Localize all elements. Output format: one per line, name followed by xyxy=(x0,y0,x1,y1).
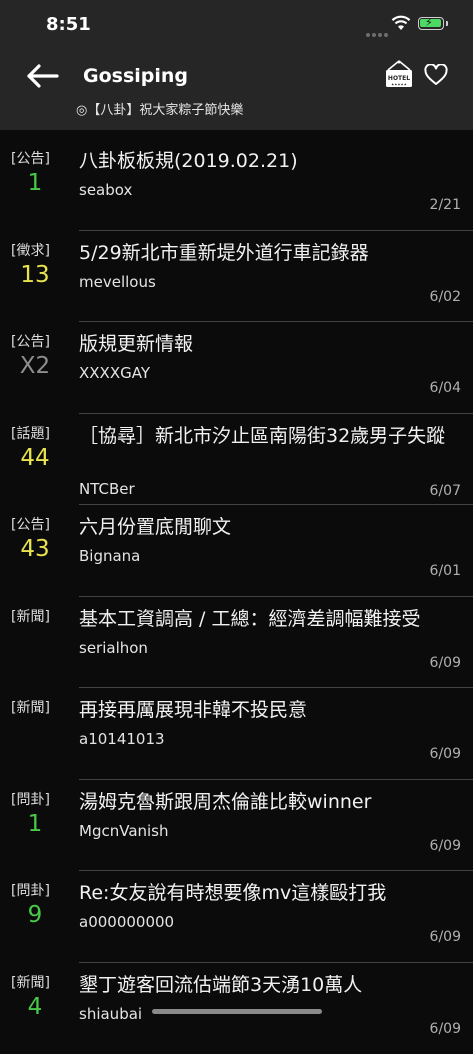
status-bar: 8:51 ⚡ xyxy=(0,0,473,52)
post-title: 版規更新情報 xyxy=(79,332,461,357)
post-category: [問卦] xyxy=(11,880,57,900)
post-date: 6/07 xyxy=(430,483,461,499)
signal-icon xyxy=(366,22,390,41)
nav-bar: Gossiping ◎【八卦】祝大家粽子節快樂 HOTEL ★★★★★ xyxy=(0,52,473,130)
post-title: Re:女友說有時想要像mv這樣毆打我 xyxy=(79,881,461,906)
push-count: X2 xyxy=(0,353,70,379)
post-category: [公告] xyxy=(11,514,57,534)
post-title: 基本工資調高 / 工總：經濟差調幅難接受 xyxy=(79,607,461,632)
push-count: 9 xyxy=(0,902,70,928)
post-date: 6/01 xyxy=(430,563,461,579)
push-count: 1 xyxy=(0,170,70,196)
post-row[interactable]: [公告] X2 版規更新情報 XXXXGAY 6/04 xyxy=(0,322,473,414)
home-indicator[interactable] xyxy=(152,1009,322,1014)
back-arrow-icon[interactable] xyxy=(26,64,60,88)
post-row[interactable]: [徵求] 13 5/29新北市重新堤外道行車記錄器 mevellous 6/02 xyxy=(0,231,473,323)
post-category: [新聞] xyxy=(11,606,57,626)
svg-text:★★★★★: ★★★★★ xyxy=(391,83,407,87)
post-title: ［協尋］新北市汐止區南陽街32歲男子失蹤 xyxy=(79,424,461,449)
post-title: 5/29新北市重新堤外道行車記錄器 xyxy=(79,241,461,266)
post-category: [新聞] xyxy=(11,697,57,717)
push-count: 44 xyxy=(0,445,70,471)
push-count: 43 xyxy=(0,536,70,562)
post-category: [話題] xyxy=(11,423,57,443)
post-title: 墾丁遊客回流估端節3天湧10萬人 xyxy=(79,973,461,998)
post-title: 再接再厲展現非韓不投民意 xyxy=(79,698,461,723)
post-date: 6/09 xyxy=(430,929,461,945)
post-date: 6/04 xyxy=(430,380,461,396)
post-category: [新聞] xyxy=(11,972,57,992)
post-author: a10141013 xyxy=(79,730,165,748)
push-count: 1 xyxy=(0,811,70,837)
post-row[interactable]: [公告] 43 六月份置底閒聊文 Bignana 6/01 xyxy=(0,505,473,597)
post-category: [公告] xyxy=(11,148,57,168)
post-author: a000000000 xyxy=(79,913,174,931)
svg-text:HOTEL: HOTEL xyxy=(388,75,410,82)
post-row[interactable]: [話題] 44 ［協尋］新北市汐止區南陽街32歲男子失蹤 NTCBer 6/07 xyxy=(0,414,473,506)
post-title: 八卦板板規(2019.02.21) xyxy=(79,149,461,174)
post-author: MgcnVanish xyxy=(79,822,169,840)
post-category: [公告] xyxy=(11,331,57,351)
post-author: NTCBer xyxy=(79,480,135,498)
post-date: 2/21 xyxy=(430,197,461,213)
post-row[interactable]: [新聞] 基本工資調高 / 工總：經濟差調幅難接受 serialhon 6/09 xyxy=(0,597,473,689)
post-date: 6/09 xyxy=(430,655,461,671)
post-list: [公告] 1 八卦板板規(2019.02.21) seabox 2/21 [徵求… xyxy=(0,139,473,1054)
post-author: serialhon xyxy=(79,639,148,657)
battery-icon: ⚡ xyxy=(418,17,444,30)
battery-cap xyxy=(446,21,448,26)
post-row[interactable]: [問卦] 9 Re:女友說有時想要像mv這樣毆打我 a000000000 6/0… xyxy=(0,871,473,963)
post-author: Bignana xyxy=(79,547,140,565)
post-row[interactable]: [問卦] 1 湯姆克魯斯跟周杰倫誰比較winner MgcnVanish 6/0… xyxy=(0,780,473,872)
post-date: 6/09 xyxy=(430,746,461,762)
board-title: Gossiping xyxy=(83,65,188,87)
hotel-icon[interactable]: HOTEL ★★★★★ xyxy=(384,60,414,90)
post-date: 6/09 xyxy=(430,1021,461,1037)
post-author: XXXXGAY xyxy=(79,364,150,382)
post-row[interactable]: [公告] 1 八卦板板規(2019.02.21) seabox 2/21 xyxy=(0,139,473,231)
post-row[interactable]: [新聞] 再接再厲展現非韓不投民意 a10141013 6/09 xyxy=(0,688,473,780)
post-author: mevellous xyxy=(79,273,156,291)
post-date: 6/02 xyxy=(430,289,461,305)
push-count: 13 xyxy=(0,262,70,288)
status-time: 8:51 xyxy=(46,14,91,35)
post-title: 湯姆克魯斯跟周杰倫誰比較winner xyxy=(79,790,461,815)
board-subtitle: ◎【八卦】祝大家粽子節快樂 xyxy=(76,99,243,118)
post-category: [問卦] xyxy=(11,789,57,809)
post-author: shiaubai xyxy=(79,1005,142,1023)
post-category: [徵求] xyxy=(11,240,57,260)
post-title: 六月份置底閒聊文 xyxy=(79,515,461,540)
wifi-icon xyxy=(391,15,411,31)
post-date: 6/09 xyxy=(430,838,461,854)
post-author: seabox xyxy=(79,181,132,199)
favorite-heart-icon[interactable] xyxy=(424,64,448,86)
push-count: 4 xyxy=(0,994,70,1020)
